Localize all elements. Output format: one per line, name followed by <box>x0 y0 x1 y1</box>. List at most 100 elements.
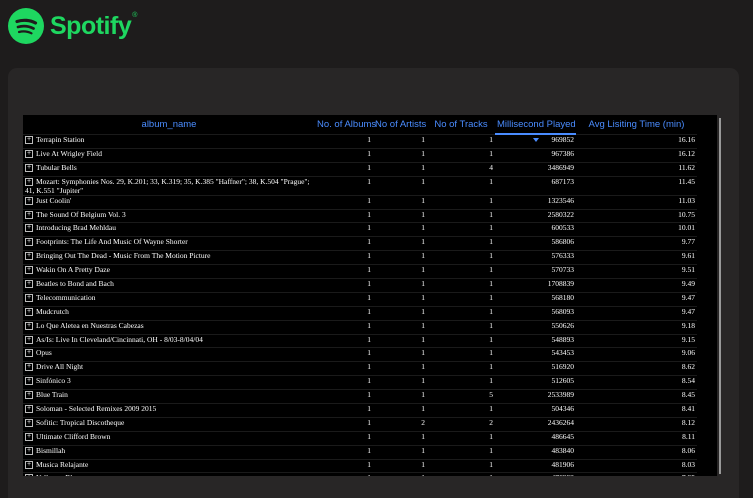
album-name-cell: + Telecommunication <box>23 291 315 307</box>
ms-cell: 1708839 <box>495 278 576 293</box>
album-name-cell: + Bringing Out The Dead - Music From The … <box>23 250 315 265</box>
albums-cell: 1 <box>315 333 373 348</box>
table-row[interactable]: + Lo Que Aletea en Nuestras Cabezas 1 1 1 550… <box>23 319 697 335</box>
expand-icon[interactable]: + <box>25 432 33 441</box>
table-row[interactable]: + Drive All Night 1 1 1 516920 8.62 <box>23 361 697 376</box>
expand-icon[interactable]: + <box>25 377 33 386</box>
expand-icon[interactable]: + <box>25 446 33 455</box>
expand-icon[interactable]: + <box>25 196 33 205</box>
album-name: Bismillah <box>36 445 66 455</box>
album-name-cell: + Opus <box>23 347 315 362</box>
vertical-scrollbar[interactable] <box>719 118 721 474</box>
artists-cell: 1 <box>373 250 427 265</box>
table-row[interactable]: + Mudcrutch 1 1 1 568093 9.47 <box>23 305 697 321</box>
artists-cell: 1 <box>373 305 427 321</box>
table-row[interactable]: + Mozart: Symphonies Nos. 29, K.201; 33, … <box>23 175 697 196</box>
expand-icon[interactable]: + <box>25 307 33 316</box>
brand-name: Spotify® <box>50 11 137 40</box>
expand-icon[interactable]: + <box>25 391 33 400</box>
table-row[interactable]: +Yellow + Blue1114769927.95 <box>23 472 697 476</box>
expand-icon[interactable]: + <box>25 280 33 289</box>
table-row[interactable]: + Sofitic: Tropical Discotheque 1 2 2 2436264… <box>23 416 697 432</box>
expand-icon[interactable]: + <box>25 266 33 275</box>
expand-icon[interactable]: + <box>25 474 33 476</box>
table-row[interactable]: + Beatles to Bond and Bach 1 1 1 1708839 9.49 <box>23 278 697 293</box>
table-row[interactable]: + Terrapin Station 1 1 1 969852 16.16 <box>23 133 697 149</box>
ms-cell: 2533989 <box>495 389 576 404</box>
table-row[interactable]: + Opus 1 1 1 543453 9.06 <box>23 347 697 362</box>
table-header-row: album_name No. of Albums No of Artists N… <box>23 115 697 142</box>
album-table-container[interactable]: album_name No. of Albums No of Artists N… <box>23 115 717 476</box>
album-name-cell: + Bismillah <box>23 444 315 460</box>
table-row[interactable]: + The Sound Of Belgium Vol. 3 1 1 1 2580322 10… <box>23 208 697 223</box>
album-name: Ultimate Clifford Brown <box>36 431 111 441</box>
expand-icon[interactable]: + <box>25 405 33 414</box>
table-row[interactable]: + Telecommunication 1 1 1 568180 9.47 <box>23 291 697 307</box>
ms-cell: 687173 <box>495 175 576 196</box>
expand-icon[interactable]: + <box>25 321 33 330</box>
tracks-cell: 1 <box>427 236 495 251</box>
album-name-cell: + Terrapin Station <box>23 133 315 149</box>
sort-descending-icon[interactable] <box>532 138 539 142</box>
table-row[interactable]: + As/Is: Live In Cleveland/Cincinnati, OH… <box>23 333 697 348</box>
expand-icon[interactable]: + <box>25 293 33 302</box>
avg-cell: 11.62 <box>576 161 697 177</box>
table-row[interactable]: + Footprints: The Life And Music Of Wayne… <box>23 236 697 251</box>
column-header-albums[interactable]: No. of Albums <box>315 115 376 134</box>
artists-cell: 1 <box>373 147 427 163</box>
artists-cell: 1 <box>373 236 427 251</box>
tracks-cell: 1 <box>427 147 495 163</box>
expand-icon[interactable]: + <box>25 163 33 172</box>
table-row[interactable]: + Wakin On A Pretty Daze 1 1 1 570733 9.51 <box>23 264 697 279</box>
tracks-cell: 1 <box>427 333 495 348</box>
expand-icon[interactable]: + <box>25 335 33 344</box>
tracks-cell: 1 <box>427 319 495 335</box>
albums-cell: 1 <box>315 375 373 390</box>
avg-cell: 11.03 <box>576 194 697 210</box>
ms-cell: 486645 <box>495 430 576 446</box>
table-row[interactable]: + Soloman - Selected Remixes 2009 2015 1 1 1… <box>23 403 697 418</box>
artists-cell: 1 <box>373 472 427 476</box>
column-header-album-name[interactable]: album_name <box>23 115 315 134</box>
expand-icon[interactable]: + <box>25 224 33 233</box>
table-row[interactable]: + Bringing Out The Dead - Music From The … <box>23 250 697 265</box>
column-header-avg-time[interactable]: Avg Lisiting Time (min) <box>576 115 697 134</box>
albums-cell: 1 <box>315 194 373 210</box>
table-row[interactable]: + Musica Relajante 1 1 1 481906 8.03 <box>23 458 697 473</box>
tracks-cell: 1 <box>427 305 495 321</box>
table-row[interactable]: + Introducing Brad Mehldau 1 1 1 600533 10.01 <box>23 222 697 237</box>
expand-icon[interactable]: + <box>25 149 33 158</box>
column-header-tracks[interactable]: No of Tracks <box>427 115 495 134</box>
table-row[interactable]: + Tubular Bells 1 1 4 3486949 11.62 <box>23 161 697 177</box>
table-row[interactable]: + Bismillah 1 1 1 483840 8.06 <box>23 444 697 460</box>
album-name: Musica Relajante <box>36 459 89 469</box>
album-name-cell: + Footprints: The Life And Music Of Wayne… <box>23 236 315 251</box>
avg-cell: 8.06 <box>576 444 697 460</box>
album-name: Blue Train <box>36 390 68 400</box>
tracks-cell: 2 <box>427 416 495 432</box>
column-header-ms-played[interactable]: Millisecond Played <box>495 115 576 142</box>
album-name-cell: + Soloman - Selected Remixes 2009 2015 <box>23 403 315 418</box>
expand-icon[interactable]: + <box>25 418 33 427</box>
ms-cell: 586806 <box>495 236 576 251</box>
expand-icon[interactable]: + <box>25 210 33 219</box>
avg-cell: 10.75 <box>576 208 697 223</box>
expand-icon[interactable]: + <box>25 238 33 247</box>
expand-icon[interactable]: + <box>25 177 33 186</box>
table-row[interactable]: + Live At Wrigley Field 1 1 1 967386 16.12 <box>23 147 697 163</box>
album-name: Beatles to Bond and Bach <box>36 279 114 289</box>
table-row[interactable]: + Blue Train 1 1 5 2533989 8.45 <box>23 389 697 404</box>
table-row[interactable]: + Just Coolin' 1 1 1 1323546 11.03 <box>23 194 697 210</box>
artists-cell: 2 <box>373 416 427 432</box>
artists-cell: 1 <box>373 403 427 418</box>
ms-cell: 2580322 <box>495 208 576 223</box>
table-row[interactable]: + Ultimate Clifford Brown 1 1 1 486645 8.11 <box>23 430 697 446</box>
expand-icon[interactable]: + <box>25 135 33 144</box>
album-name: Wakin On A Pretty Daze <box>36 265 110 275</box>
expand-icon[interactable]: + <box>25 363 33 372</box>
expand-icon[interactable]: + <box>25 460 33 469</box>
expand-icon[interactable]: + <box>25 349 33 358</box>
expand-icon[interactable]: + <box>25 252 33 261</box>
table-row[interactable]: + Sinfónico 3 1 1 1 512605 8.54 <box>23 375 697 390</box>
column-header-artists[interactable]: No of Artists <box>373 115 427 134</box>
